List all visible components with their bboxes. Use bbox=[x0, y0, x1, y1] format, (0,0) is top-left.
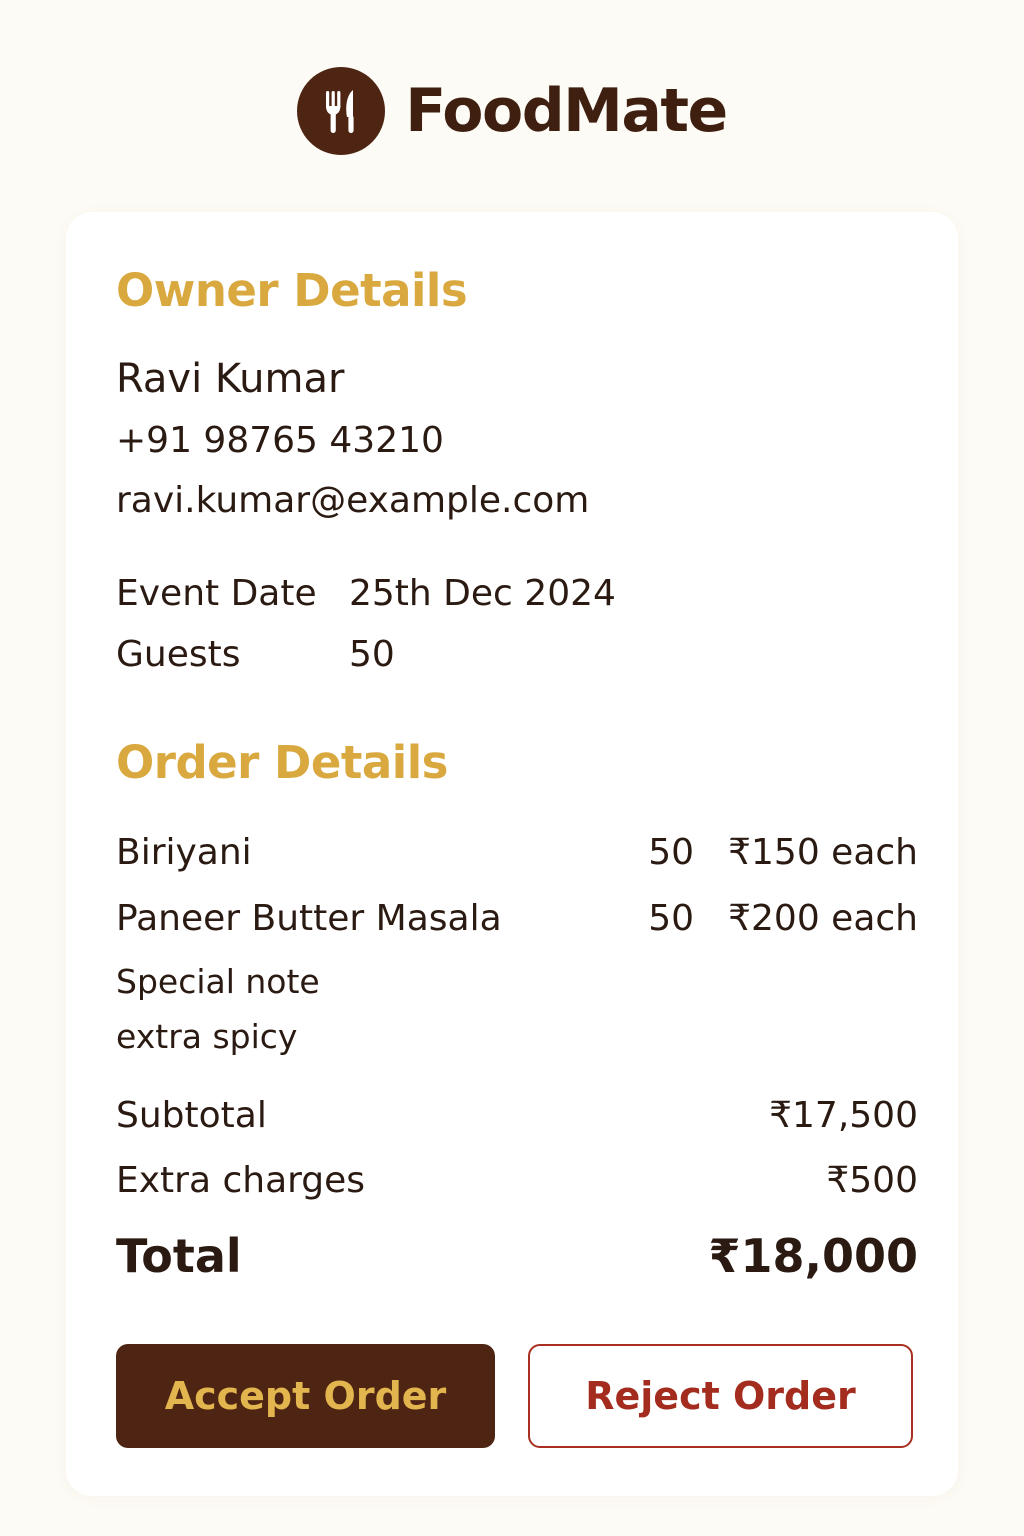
owner-name: Ravi Kumar bbox=[116, 356, 345, 402]
reject-order-button[interactable]: Reject Order bbox=[528, 1344, 913, 1448]
accept-order-button[interactable]: Accept Order bbox=[116, 1344, 495, 1448]
special-note-value: extra spicy bbox=[116, 1017, 298, 1056]
order-item-price: ₹150 each bbox=[728, 832, 918, 873]
order-details-heading: Order Details bbox=[116, 736, 448, 789]
fork-knife-glyph bbox=[326, 90, 354, 133]
total-label: Total bbox=[116, 1229, 242, 1283]
app-name: FoodMate bbox=[405, 76, 728, 146]
guests-value: 50 bbox=[349, 634, 395, 675]
total-value: ₹18,000 bbox=[708, 1229, 918, 1283]
order-card: Owner Details Ravi Kumar +91 98765 43210… bbox=[66, 212, 958, 1496]
owner-email: ravi.kumar@example.com bbox=[116, 480, 590, 521]
owner-phone: +91 98765 43210 bbox=[116, 420, 444, 461]
guests-label: Guests bbox=[116, 634, 241, 675]
extra-charges-value: ₹500 bbox=[826, 1160, 918, 1201]
extra-charges-label: Extra charges bbox=[116, 1160, 366, 1201]
fork-knife-icon bbox=[297, 67, 386, 155]
subtotal-label: Subtotal bbox=[116, 1095, 267, 1136]
order-item-qty: 50 bbox=[648, 832, 694, 873]
order-item-qty: 50 bbox=[648, 898, 694, 939]
order-item-name: Paneer Butter Masala bbox=[116, 898, 502, 939]
event-date-value: 25th Dec 2024 bbox=[349, 573, 616, 614]
event-date-label: Event Date bbox=[116, 573, 317, 614]
order-item-name: Biriyani bbox=[116, 832, 252, 873]
app-header: FoodMate bbox=[0, 66, 1024, 156]
owner-details-heading: Owner Details bbox=[116, 264, 468, 317]
special-note-label: Special note bbox=[116, 962, 320, 1001]
order-item-price: ₹200 each bbox=[728, 898, 918, 939]
subtotal-value: ₹17,500 bbox=[769, 1095, 918, 1136]
